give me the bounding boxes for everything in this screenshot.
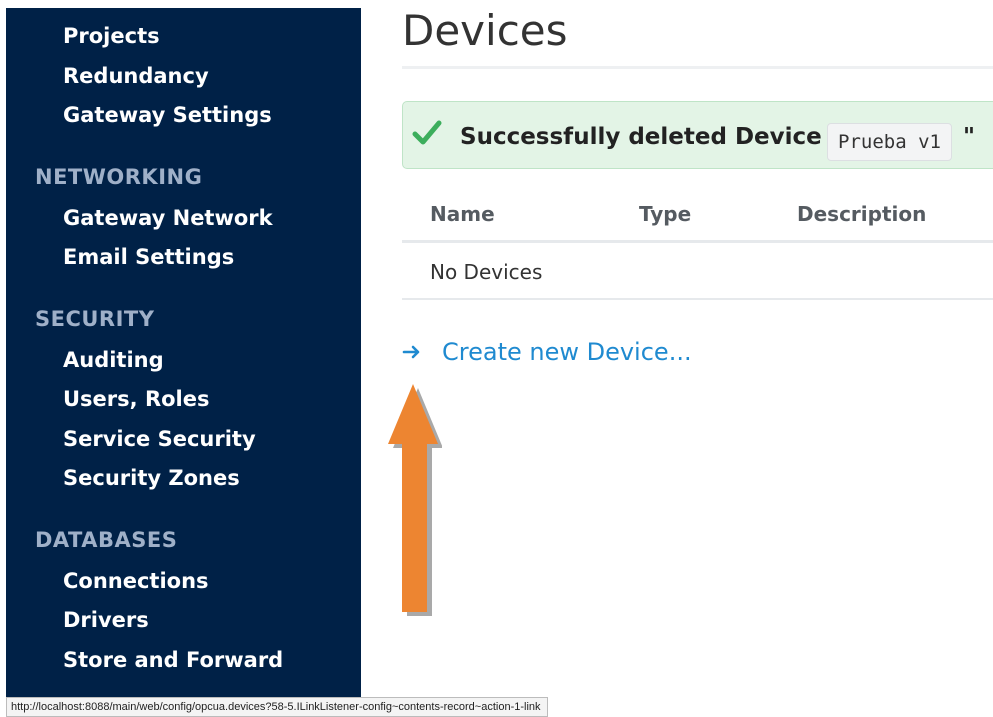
column-header-description[interactable]: Description — [797, 202, 926, 226]
table-row-divider — [402, 298, 993, 300]
title-divider — [402, 66, 993, 69]
sidebar-item-security-zones[interactable]: Security Zones — [63, 466, 240, 490]
sidebar-item-email-settings[interactable]: Email Settings — [63, 245, 234, 269]
table-header-divider — [402, 240, 993, 243]
sidebar-item-gateway-settings[interactable]: Gateway Settings — [63, 103, 272, 127]
sidebar-item-gateway-network[interactable]: Gateway Network — [63, 206, 273, 230]
orange-annotation-arrow-icon — [388, 384, 442, 616]
sidebar: Projects Redundancy Gateway Settings NET… — [6, 8, 361, 708]
alert-closing-quote: " — [963, 124, 975, 150]
sidebar-item-auditing[interactable]: Auditing — [63, 348, 164, 372]
create-device-label[interactable]: Create new Device... — [442, 338, 692, 366]
sidebar-item-store-and-forward[interactable]: Store and Forward — [63, 648, 283, 672]
table-empty-message: No Devices — [430, 260, 543, 284]
arrow-right-icon — [402, 345, 420, 359]
check-icon — [412, 120, 442, 145]
column-header-name[interactable]: Name — [430, 202, 495, 226]
sidebar-item-redundancy[interactable]: Redundancy — [63, 64, 209, 88]
sidebar-item-drivers[interactable]: Drivers — [63, 608, 149, 632]
deleted-device-name: Prueba v1 — [827, 123, 952, 161]
alert-message: Successfully deleted Device " — [460, 124, 842, 150]
column-header-type[interactable]: Type — [639, 202, 691, 226]
sidebar-item-service-security[interactable]: Service Security — [63, 427, 256, 451]
browser-status-bar: http://localhost:8088/main/web/config/op… — [6, 697, 548, 717]
success-alert: Successfully deleted Device " Prueba v1 … — [402, 101, 993, 169]
sidebar-section-security: SECURITY — [35, 307, 155, 331]
sidebar-section-networking: NETWORKING — [35, 165, 203, 189]
page-title: Devices — [402, 6, 568, 55]
app-window: Projects Redundancy Gateway Settings NET… — [0, 0, 993, 717]
sidebar-item-projects[interactable]: Projects — [63, 24, 160, 48]
sidebar-item-users-roles[interactable]: Users, Roles — [63, 387, 209, 411]
sidebar-section-databases: DATABASES — [35, 528, 178, 552]
sidebar-item-connections[interactable]: Connections — [63, 569, 209, 593]
